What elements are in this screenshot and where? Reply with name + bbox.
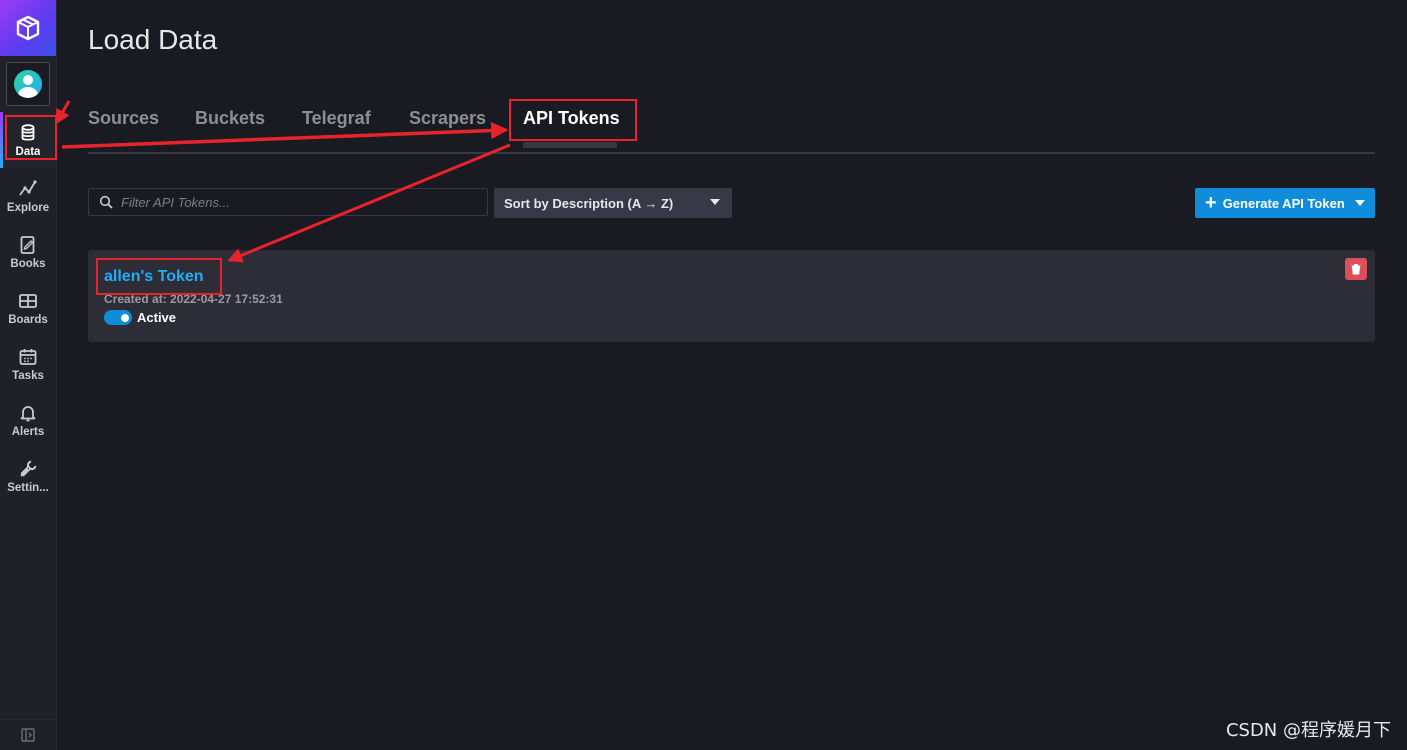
avatar (14, 70, 42, 98)
sidebar-item-label: Tasks (12, 369, 44, 382)
page-title: Load Data (88, 24, 218, 55)
sidebar-item-label: Alerts (11, 425, 45, 438)
graph-icon (19, 179, 37, 196)
delete-token-button[interactable] (1345, 258, 1367, 280)
tab-bar: Sources Buckets Telegraf Scrapers API To… (88, 100, 1375, 154)
trash-icon (1351, 264, 1361, 275)
sidebar-item-label: Books (10, 257, 46, 270)
cube-logo-icon (16, 15, 40, 41)
tab-scrapers[interactable]: Scrapers (409, 100, 486, 136)
sidebar-item-alerts[interactable]: Alerts (0, 392, 56, 448)
dashboard-icon (19, 293, 37, 308)
sidebar-item-books[interactable]: Books (0, 224, 56, 280)
sort-label: Sort by Description (A → Z) (504, 195, 674, 211)
tab-sources[interactable]: Sources (88, 100, 159, 136)
search-field[interactable] (88, 188, 488, 216)
token-status-row: Active (104, 310, 176, 325)
caret-down-icon (1355, 200, 1365, 206)
collapse-sidebar-icon (21, 728, 35, 742)
tab-buckets[interactable]: Buckets (195, 100, 265, 136)
generate-api-token-button[interactable]: + Generate API Token (1195, 188, 1375, 218)
influxdb-logo[interactable] (0, 0, 56, 56)
sidebar-item-label: Boards (8, 313, 48, 326)
sidebar-item-settings[interactable]: Settin... (0, 448, 56, 504)
wrench-icon (20, 460, 37, 477)
plus-icon: + (1205, 192, 1217, 214)
sidebar-item-label: Explore (6, 201, 50, 214)
sidebar-item-explore[interactable]: Explore (0, 168, 56, 224)
token-status-label: Active (137, 310, 177, 325)
caret-down-icon (710, 199, 720, 205)
token-active-toggle[interactable] (104, 310, 132, 325)
notebook-icon (20, 235, 35, 254)
annotation-box-data (5, 115, 57, 160)
annotation-box-token (96, 258, 222, 295)
sidebar: Data Explore Books Boards Tasks Alerts S… (0, 0, 57, 750)
annotation-box-api-tokens (509, 99, 637, 141)
user-avatar-button[interactable] (6, 62, 50, 106)
search-input[interactable] (119, 193, 483, 211)
sidebar-item-label: Settin... (7, 481, 49, 494)
sidebar-item-tasks[interactable]: Tasks (0, 336, 56, 392)
generate-label: Generate API Token (1222, 195, 1345, 211)
sidebar-item-boards[interactable]: Boards (0, 280, 56, 336)
bell-icon (20, 405, 36, 421)
sidebar-collapse-button[interactable] (0, 719, 56, 750)
sort-dropdown[interactable]: Sort by Description (A → Z) (494, 188, 732, 218)
watermark: CSDN @程序媛月下 (1225, 720, 1391, 741)
annotation-arrow-data (55, 100, 71, 125)
token-card: allen's Token Created at: 2022-04-27 17:… (88, 250, 1375, 342)
calendar-icon (19, 348, 37, 365)
tab-telegraf[interactable]: Telegraf (302, 100, 371, 136)
search-icon (99, 195, 113, 209)
active-tab-indicator (523, 142, 617, 148)
